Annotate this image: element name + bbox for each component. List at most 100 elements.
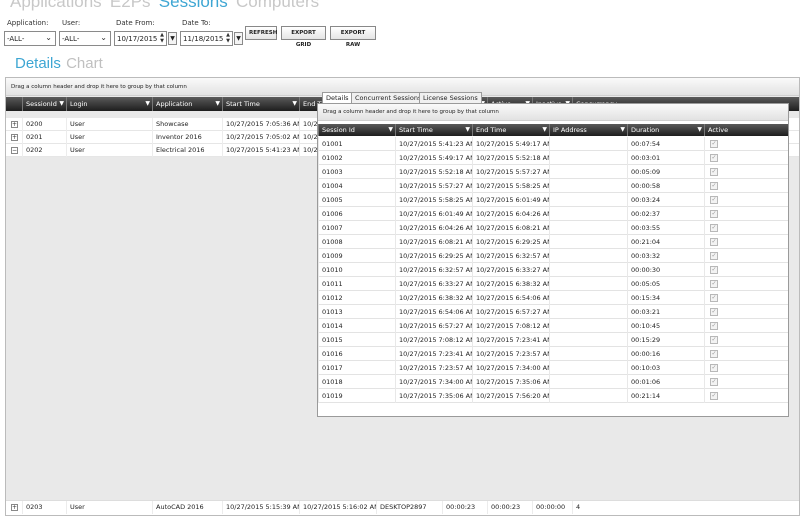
spinner-icon[interactable]: ▲ ▼ <box>226 32 230 44</box>
detail-table-row[interactable]: 01006 10/27/2015 6:01:49 AM 10/27/2015 6:0… <box>318 207 788 221</box>
table-cell: 00:00:23 <box>487 501 532 514</box>
nav-computers[interactable]: Computers <box>236 0 319 11</box>
table-cell <box>549 389 627 403</box>
nav-applications[interactable]: Applications <box>10 0 102 11</box>
table-cell: Inventor 2016 <box>152 131 222 144</box>
active-checkbox[interactable]: ✓ <box>710 322 718 330</box>
detail-table-row[interactable]: 01011 10/27/2015 6:33:27 AM 10/27/2015 6:3… <box>318 277 788 291</box>
table-cell <box>549 375 627 389</box>
column-header[interactable]: SessionId ▼ <box>22 97 66 111</box>
active-checkbox[interactable]: ✓ <box>710 294 718 302</box>
filter-icon[interactable]: ▼ <box>542 124 547 136</box>
chevron-down-icon: ▼ <box>236 35 241 42</box>
tab-chart[interactable]: Chart <box>66 55 103 72</box>
active-checkbox[interactable]: ✓ <box>710 210 718 218</box>
expand-icon[interactable]: + <box>11 121 18 128</box>
filter-icon[interactable]: ▼ <box>388 124 393 136</box>
detail-column-header[interactable]: Duration ▼ <box>627 124 704 136</box>
table-cell: 10/27/2015 6:04:26 AM <box>472 207 549 221</box>
detail-table-row[interactable]: 01003 10/27/2015 5:52:18 AM 10/27/2015 5:5… <box>318 165 788 179</box>
active-checkbox[interactable]: ✓ <box>710 266 718 274</box>
table-cell: 10/27/2015 7:23:41 AM <box>395 347 472 361</box>
active-checkbox[interactable]: ✓ <box>710 140 718 148</box>
filter-icon[interactable]: ▼ <box>145 97 150 111</box>
filter-icon[interactable]: ▼ <box>465 124 470 136</box>
expand-icon[interactable]: + <box>11 134 18 141</box>
nav-e2ps[interactable]: E2Ps <box>110 0 151 11</box>
detail-group-panel[interactable]: Drag a column header and drop it here to… <box>318 104 788 121</box>
detail-table-row[interactable]: 01016 10/27/2015 7:23:41 AM 10/27/2015 7:2… <box>318 347 788 361</box>
spinner-icon[interactable]: ▲ ▼ <box>160 32 164 44</box>
table-cell: 00:03:24 <box>627 193 704 207</box>
detail-table-row[interactable]: 01004 10/27/2015 5:57:27 AM 10/27/2015 5:5… <box>318 179 788 193</box>
refresh-button[interactable]: REFRESH <box>245 26 277 40</box>
detail-column-header[interactable]: IP Address ▼ <box>549 124 627 136</box>
filter-icon[interactable]: ▼ <box>697 124 702 136</box>
detail-table-row[interactable]: 01010 10/27/2015 6:32:57 AM 10/27/2015 6:3… <box>318 263 788 277</box>
active-checkbox[interactable]: ✓ <box>710 336 718 344</box>
detail-table-row[interactable]: 01018 10/27/2015 7:34:00 AM 10/27/2015 7:3… <box>318 375 788 389</box>
detail-table-row[interactable]: 01015 10/27/2015 7:08:12 AM 10/27/2015 7:2… <box>318 333 788 347</box>
date-to-label: Date To: <box>182 19 211 27</box>
table-cell: 01015 <box>318 333 395 347</box>
table-cell <box>549 165 627 179</box>
date-from-input[interactable]: 10/17/2015 ▲ ▼ <box>114 31 167 46</box>
table-cell: 01019 <box>318 389 395 403</box>
user-select[interactable]: -ALL- ⌄ <box>59 31 111 46</box>
detail-column-header[interactable]: Start Time ▼ <box>395 124 472 136</box>
active-checkbox[interactable]: ✓ <box>710 378 718 386</box>
column-header[interactable]: Login ▼ <box>66 97 152 111</box>
table-cell: 01005 <box>318 193 395 207</box>
date-from-dropdown-button[interactable]: ▼ <box>168 32 177 45</box>
detail-table-row[interactable]: 01007 10/27/2015 6:04:26 AM 10/27/2015 6:0… <box>318 221 788 235</box>
collapse-icon[interactable]: − <box>11 147 18 154</box>
active-checkbox[interactable]: ✓ <box>710 182 718 190</box>
detail-table-row[interactable]: 01008 10/27/2015 6:08:21 AM 10/27/2015 6:2… <box>318 235 788 249</box>
detail-table-row[interactable]: 01012 10/27/2015 6:38:32 AM 10/27/2015 6:5… <box>318 291 788 305</box>
column-header[interactable]: Start Time ▼ <box>222 97 299 111</box>
expand-icon[interactable]: + <box>11 504 18 511</box>
active-checkbox[interactable]: ✓ <box>710 224 718 232</box>
detail-table-row[interactable]: 01019 10/27/2015 7:35:06 AM 10/27/2015 7:5… <box>318 389 788 403</box>
active-checkbox[interactable]: ✓ <box>710 280 718 288</box>
export-grid-button[interactable]: EXPORT GRID <box>281 26 326 48</box>
active-checkbox[interactable]: ✓ <box>710 154 718 162</box>
filter-icon[interactable]: ▼ <box>620 124 625 136</box>
table-cell: 10/27/2015 6:54:06 AM <box>472 291 549 305</box>
column-header-label: SessionId <box>26 100 57 108</box>
table-cell <box>549 319 627 333</box>
column-header[interactable]: Application ▼ <box>152 97 222 111</box>
active-checkbox[interactable]: ✓ <box>710 168 718 176</box>
detail-table-row[interactable]: 01013 10/27/2015 6:54:06 AM 10/27/2015 6:5… <box>318 305 788 319</box>
active-checkbox[interactable]: ✓ <box>710 196 718 204</box>
active-cell: ✓ <box>704 361 784 375</box>
detail-table-row[interactable]: 01002 10/27/2015 5:49:17 AM 10/27/2015 5:5… <box>318 151 788 165</box>
active-checkbox[interactable]: ✓ <box>710 308 718 316</box>
application-select[interactable]: -ALL- ⌄ <box>4 31 56 46</box>
table-cell: 10/27/2015 7:05:36 AM <box>222 118 299 131</box>
active-cell: ✓ <box>704 137 784 151</box>
detail-column-header[interactable]: Active <box>704 124 784 136</box>
active-checkbox[interactable]: ✓ <box>710 392 718 400</box>
export-raw-button[interactable]: EXPORT RAW <box>330 26 376 48</box>
active-checkbox[interactable]: ✓ <box>710 364 718 372</box>
detail-table-row[interactable]: 01009 10/27/2015 6:29:25 AM 10/27/2015 6:3… <box>318 249 788 263</box>
detail-column-header[interactable]: Session Id ▼ <box>318 124 395 136</box>
filter-icon[interactable]: ▼ <box>59 97 64 111</box>
filter-icon[interactable]: ▼ <box>215 97 220 111</box>
detail-table-row[interactable]: 01014 10/27/2015 6:57:27 AM 10/27/2015 7:0… <box>318 319 788 333</box>
tab-details[interactable]: Details <box>15 55 61 72</box>
table-cell: 01013 <box>318 305 395 319</box>
date-to-input[interactable]: 11/18/2015 ▲ ▼ <box>180 31 233 46</box>
active-checkbox[interactable]: ✓ <box>710 350 718 358</box>
nav-sessions[interactable]: Sessions <box>159 0 228 11</box>
active-checkbox[interactable]: ✓ <box>710 238 718 246</box>
detail-table-row[interactable]: 01005 10/27/2015 5:58:25 AM 10/27/2015 6:0… <box>318 193 788 207</box>
filter-icon[interactable]: ▼ <box>292 97 297 111</box>
detail-table-row[interactable]: 01001 10/27/2015 5:41:23 AM 10/27/2015 5:4… <box>318 137 788 151</box>
detail-table-row[interactable]: 01017 10/27/2015 7:23:57 AM 10/27/2015 7:3… <box>318 361 788 375</box>
detail-column-header[interactable]: End Time ▼ <box>472 124 549 136</box>
active-checkbox[interactable]: ✓ <box>710 252 718 260</box>
date-to-dropdown-button[interactable]: ▼ <box>234 32 243 45</box>
table-row[interactable]: +0203 User AutoCAD 2016 10/27/2015 5:15:39 … <box>6 500 799 515</box>
